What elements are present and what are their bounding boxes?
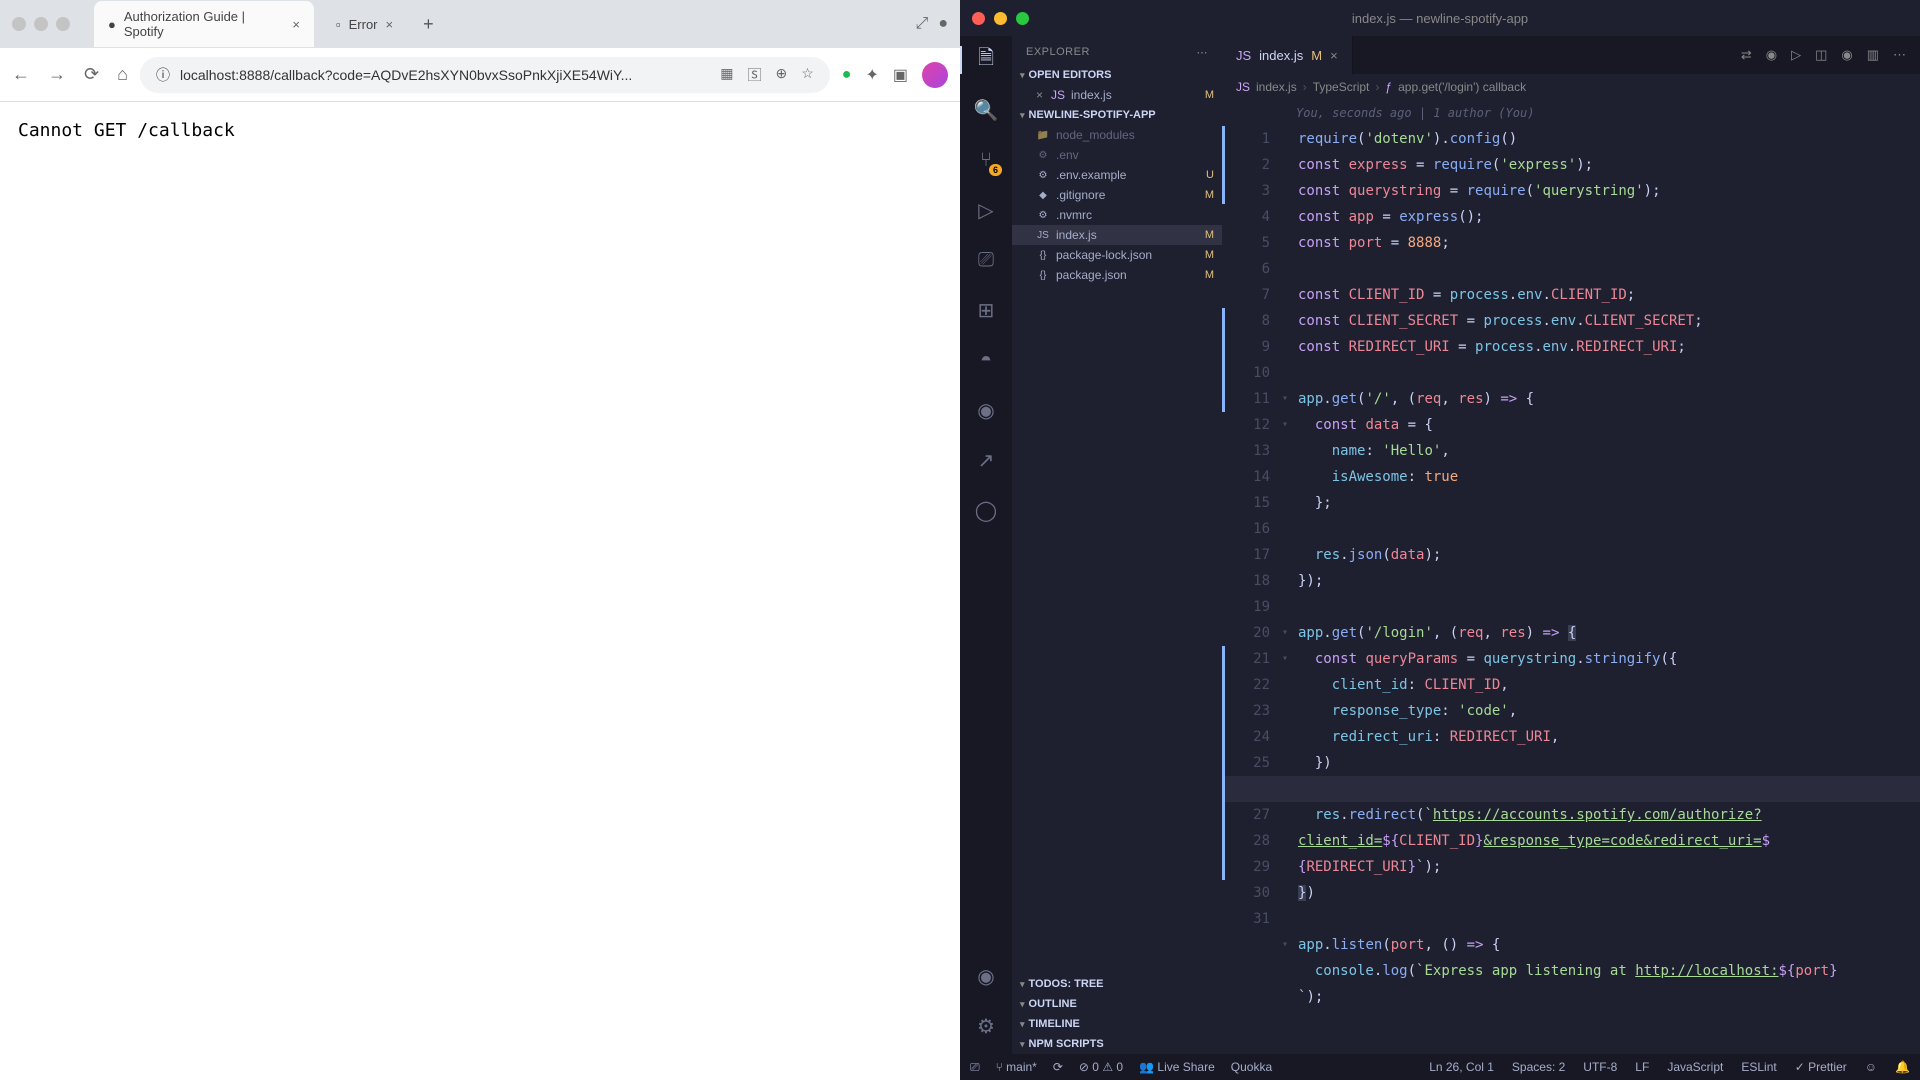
record-icon[interactable]: ◉ xyxy=(1841,47,1852,63)
liveshare-button[interactable]: 👥 Live Share xyxy=(1139,1060,1215,1074)
file-tree-item[interactable]: ⚙.env xyxy=(1012,145,1222,165)
more-icon[interactable]: ⋯ xyxy=(1893,47,1906,63)
vscode-window: index.js — newline-spotify-app 🗎 🔍 ⑂6 ▷ … xyxy=(960,0,1920,1080)
sidebar-section[interactable]: OUTLINE xyxy=(1012,994,1222,1014)
line-numbers: 1234567891011121314151617181920212223242… xyxy=(1222,100,1282,1054)
layout-icon[interactable]: ▥ xyxy=(1867,47,1879,63)
close-tab-icon[interactable]: × xyxy=(1330,48,1338,63)
cast-icon[interactable]: ▣ xyxy=(893,65,908,85)
git-blame: You, seconds ago | 1 author (You) xyxy=(1296,100,1534,126)
cursor-position[interactable]: Ln 26, Col 1 xyxy=(1429,1060,1494,1074)
code-editor[interactable]: You, seconds ago | 1 author (You) 123456… xyxy=(1222,100,1920,1054)
expand-icon[interactable]: ⤢ xyxy=(916,15,929,33)
source-control-icon[interactable]: ⑂6 xyxy=(972,146,1000,174)
vscode-titlebar: index.js — newline-spotify-app xyxy=(960,0,1920,36)
sync-button[interactable]: ⟳ xyxy=(1053,1060,1063,1074)
sidebar-section[interactable]: TODOS: TREE xyxy=(1012,974,1222,994)
encoding-button[interactable]: UTF-8 xyxy=(1583,1060,1617,1074)
quokka-button[interactable]: Quokka xyxy=(1231,1060,1272,1074)
explorer-title: EXPLORER xyxy=(1026,46,1090,59)
browser-tab-2[interactable]: ▫ Error × xyxy=(322,9,407,40)
extension-icon[interactable]: ● xyxy=(842,66,852,84)
language-button[interactable]: JavaScript xyxy=(1667,1060,1723,1074)
remote-icon[interactable]: ⎚ xyxy=(972,246,1000,274)
file-tree-item[interactable]: {}package.jsonM xyxy=(1012,265,1222,285)
sidebar-section[interactable]: TIMELINE xyxy=(1012,1014,1222,1034)
explorer-icon[interactable]: 🗎 xyxy=(972,46,1000,74)
file-tree-item[interactable]: ⚙.env.exampleU xyxy=(1012,165,1222,185)
forward-button[interactable]: → xyxy=(48,64,66,85)
settings-icon[interactable]: ⚙ xyxy=(972,1012,1000,1040)
extensions-icon[interactable]: ⊞ xyxy=(972,296,1000,324)
compare-icon[interactable]: ⇄ xyxy=(1741,47,1752,63)
window-title: index.js — newline-spotify-app xyxy=(1352,11,1528,26)
account-icon[interactable]: ◉ xyxy=(972,962,1000,990)
sidebar-section[interactable]: NPM SCRIPTS xyxy=(1012,1034,1222,1054)
open-editors-section[interactable]: OPEN EDITORS xyxy=(1012,65,1222,85)
eol-button[interactable]: LF xyxy=(1635,1060,1649,1074)
extensions-icon[interactable]: ✦ xyxy=(865,65,878,85)
gitlens-icon[interactable]: ◉ xyxy=(1766,47,1777,63)
page-icon: ▫ xyxy=(336,17,341,32)
address-bar[interactable]: ⓘ localhost:8888/callback?code=AQDvE2hsX… xyxy=(140,57,830,93)
notifications-icon[interactable]: 🔔 xyxy=(1895,1060,1910,1074)
explorer-sidebar: EXPLORER ⋯ OPEN EDITORS × JS index.js M N… xyxy=(1012,36,1222,1054)
github-icon[interactable]: ◯ xyxy=(972,496,1000,524)
open-editor-item[interactable]: × JS index.js M xyxy=(1012,85,1222,105)
breadcrumb[interactable]: JS index.js› TypeScript› ƒapp.get('/logi… xyxy=(1222,74,1920,100)
reload-button[interactable]: ⟳ xyxy=(84,64,99,85)
browser-titlebar: ● Authorization Guide | Spotify × ▫ Erro… xyxy=(0,0,960,48)
editor-area: JS index.js M × ⇄ ◉ ▷ ◫ ◉ ▥ ⋯ JS index.j… xyxy=(1222,36,1920,1054)
eslint-button[interactable]: ESLint xyxy=(1741,1060,1776,1074)
editor-tab[interactable]: JS index.js M × xyxy=(1222,36,1353,74)
file-tree-item[interactable]: JSindex.jsM xyxy=(1012,225,1222,245)
browser-toolbar: ← → ⟳ ⌂ ⓘ localhost:8888/callback?code=A… xyxy=(0,48,960,102)
activity-bar: 🗎 🔍 ⑂6 ▷ ⎚ ⊞ ◓ ◉ ↗ ◯ ◉ ⚙ xyxy=(960,36,1012,1054)
test-icon[interactable]: ◉ xyxy=(972,396,1000,424)
file-tree-item[interactable]: ⚙.nvmrc xyxy=(1012,205,1222,225)
profile-avatar[interactable] xyxy=(922,62,948,88)
home-button[interactable]: ⌂ xyxy=(117,64,128,85)
more-icon[interactable]: ⋯ xyxy=(1197,46,1209,59)
new-tab-button[interactable]: + xyxy=(415,14,442,35)
close-tab-icon[interactable]: × xyxy=(386,17,394,32)
debug-icon[interactable]: ▷ xyxy=(972,196,1000,224)
bookmark-icon[interactable]: ☆ xyxy=(801,65,814,85)
file-tree-item[interactable]: {}package-lock.jsonM xyxy=(1012,245,1222,265)
file-tree-item[interactable]: ◆.gitignoreM xyxy=(1012,185,1222,205)
run-icon[interactable]: ▷ xyxy=(1791,47,1801,63)
close-tab-icon[interactable]: × xyxy=(292,17,300,32)
status-bar: ⎚ ⑂ main* ⟳ ⊘ 0 ⚠ 0 👥 Live Share Quokka … xyxy=(960,1054,1920,1080)
translate-icon[interactable]: 🅂 xyxy=(748,65,762,85)
browser-tab-1[interactable]: ● Authorization Guide | Spotify × xyxy=(94,1,314,47)
remote-button[interactable]: ⎚ xyxy=(970,1060,980,1075)
zoom-icon[interactable]: ⊕ xyxy=(776,65,788,85)
branch-button[interactable]: ⑂ main* xyxy=(996,1060,1037,1074)
spotify-icon: ● xyxy=(108,17,116,32)
browser-window: ● Authorization Guide | Spotify × ▫ Erro… xyxy=(0,0,960,1080)
site-info-icon[interactable]: ⓘ xyxy=(156,65,170,85)
qr-icon[interactable]: ▦ xyxy=(720,65,733,85)
docker-icon[interactable]: ◓ xyxy=(972,346,1000,374)
prettier-button[interactable]: ✓ Prettier xyxy=(1795,1060,1847,1074)
close-icon[interactable]: × xyxy=(1036,88,1043,102)
indent-button[interactable]: Spaces: 2 xyxy=(1512,1060,1565,1074)
page-content: Cannot GET /callback xyxy=(0,102,960,1080)
file-tree-item[interactable]: 📁node_modules xyxy=(1012,125,1222,145)
vscode-traffic-lights[interactable] xyxy=(972,12,1029,25)
traffic-lights[interactable] xyxy=(12,17,70,31)
back-button[interactable]: ← xyxy=(12,64,30,85)
editor-tabs: JS index.js M × ⇄ ◉ ▷ ◫ ◉ ▥ ⋯ xyxy=(1222,36,1920,74)
feedback-icon[interactable]: ☺ xyxy=(1865,1060,1877,1074)
share-icon[interactable]: ↗ xyxy=(972,446,1000,474)
menu-icon[interactable]: ● xyxy=(938,15,948,33)
project-section[interactable]: NEWLINE-SPOTIFY-APP xyxy=(1012,105,1222,125)
problems-button[interactable]: ⊘ 0 ⚠ 0 xyxy=(1079,1060,1123,1074)
split-icon[interactable]: ◫ xyxy=(1815,47,1827,63)
search-icon[interactable]: 🔍 xyxy=(972,96,1000,124)
